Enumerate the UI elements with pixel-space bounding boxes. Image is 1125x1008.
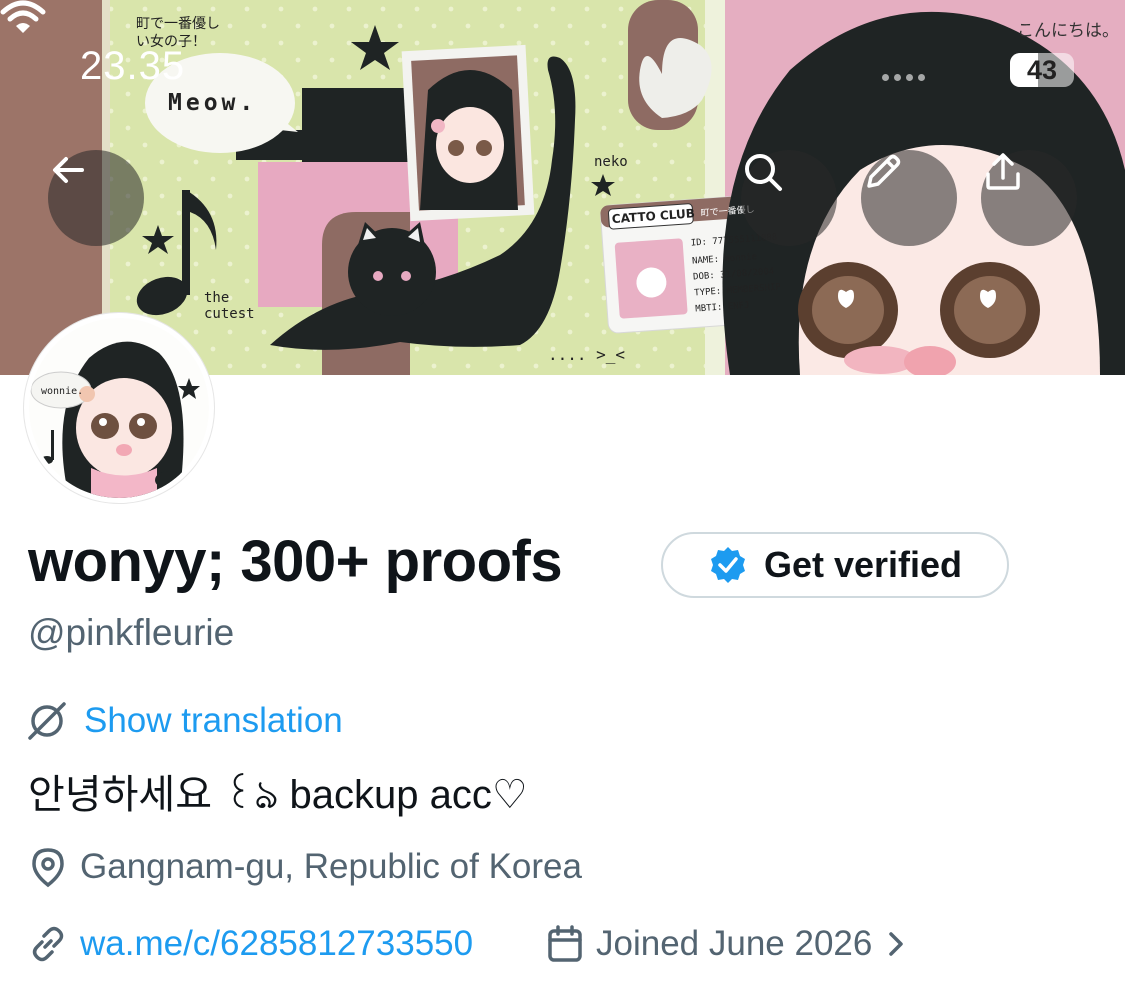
- battery-indicator: 43: [1010, 53, 1074, 87]
- arrow-left-icon: [53, 157, 84, 183]
- joined-row[interactable]: Joined June 2026: [546, 924, 908, 964]
- website-link[interactable]: wa.me/c/6285812733550: [80, 924, 473, 964]
- location-text: Gangnam-gu, Republic of Korea: [80, 847, 582, 886]
- link-icon: [32, 926, 64, 962]
- profile-bio: 안녕하세요 ꒰ঌ backup acc♡: [28, 773, 528, 817]
- banner-meow-text: Meow.: [168, 90, 257, 116]
- status-time: 23.35: [80, 44, 186, 88]
- banner-cutest-text: cutest: [204, 306, 255, 322]
- back-button[interactable]: [48, 150, 144, 246]
- website-row[interactable]: wa.me/c/6285812733550: [28, 924, 473, 964]
- calendar-icon: [548, 925, 582, 962]
- display-name: wonyy; 300+ proofs: [28, 529, 563, 594]
- verified-badge-icon: [710, 547, 745, 583]
- search-icon: [745, 154, 782, 191]
- user-handle: @pinkfleurie: [28, 612, 235, 653]
- search-button[interactable]: [741, 150, 837, 246]
- chevron-right-icon: [889, 932, 904, 956]
- banner-the-text: the: [204, 290, 229, 306]
- profile-avatar[interactable]: wonnie.: [24, 313, 214, 503]
- banner-corner-text: こんにちは。: [1017, 21, 1119, 40]
- location-row: Gangnam-gu, Republic of Korea: [28, 846, 582, 888]
- battery-percent: 43: [1026, 55, 1058, 85]
- show-translation-label: Show translation: [84, 701, 343, 740]
- get-verified-button[interactable]: Get verified: [661, 532, 1009, 598]
- get-verified-label: Get verified: [763, 544, 963, 585]
- joined-text: Joined June 2026: [596, 924, 873, 963]
- avatar-image: wonnie.: [29, 318, 209, 498]
- location-pin-icon: [32, 848, 64, 888]
- banner-jp-text-1: 町で一番優し: [136, 16, 220, 32]
- translate-icon: [28, 702, 66, 740]
- edit-button[interactable]: [861, 150, 957, 246]
- wifi-icon: [0, 0, 46, 33]
- banner-neko-text: neko: [594, 154, 628, 170]
- banner-dots-text: .... >_<: [548, 345, 625, 364]
- share-button[interactable]: [981, 150, 1077, 246]
- profile-banner[interactable]: 町で一番優し い女の子！ Meow. neko the cutest .... …: [0, 0, 1125, 375]
- show-translation-link[interactable]: Show translation: [26, 700, 343, 742]
- avatar-sticker-text: wonnie.: [41, 386, 83, 397]
- share-icon: [986, 153, 1020, 190]
- signal-icon: [882, 74, 925, 81]
- pencil-icon: [867, 154, 901, 188]
